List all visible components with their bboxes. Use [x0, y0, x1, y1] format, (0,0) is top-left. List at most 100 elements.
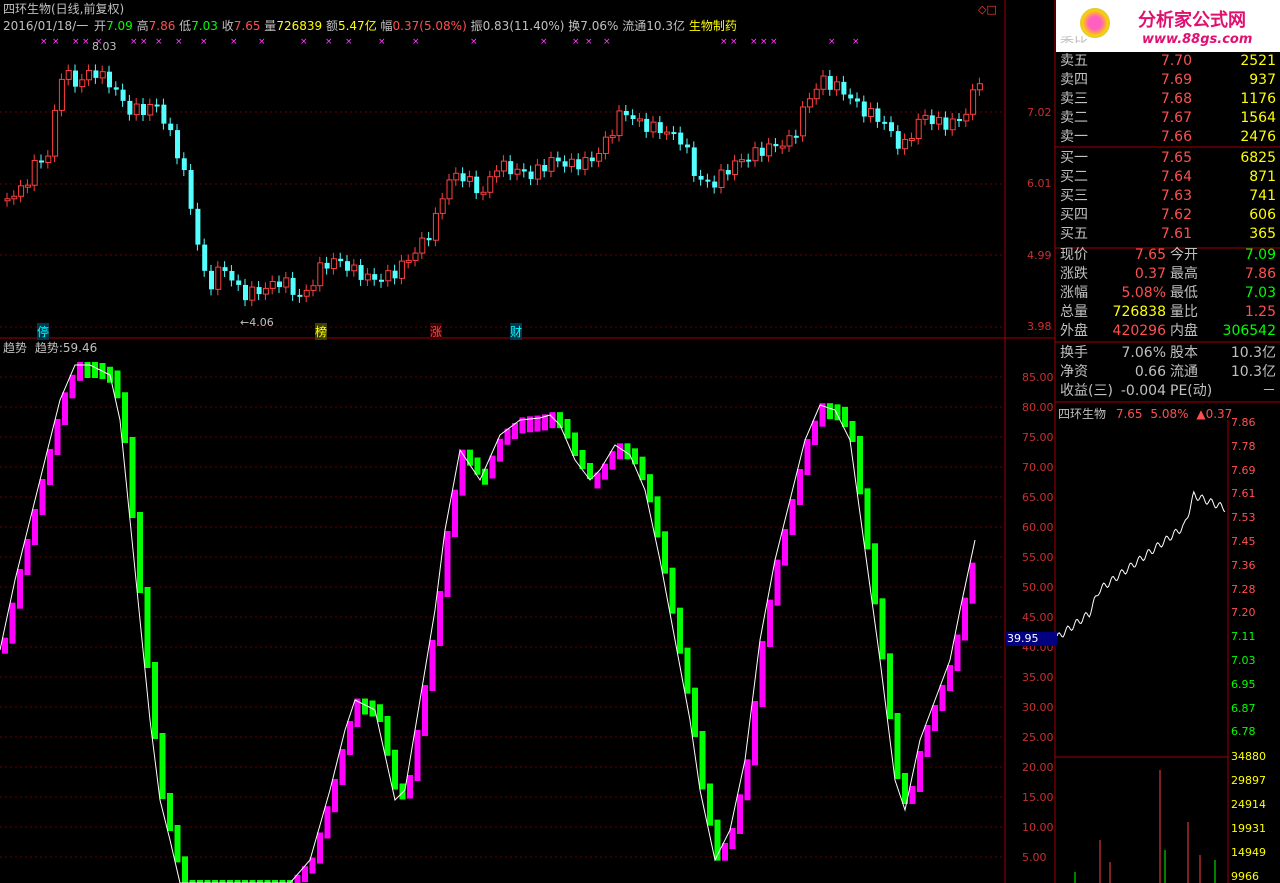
- candle-body-up: [215, 266, 222, 290]
- stat-value: 0.37: [1134, 266, 1166, 282]
- mini-price-axis-label: 7.78: [1231, 439, 1256, 453]
- bid-row: 买一 7.65 6825: [1058, 149, 1278, 168]
- ask-label: 卖一: [1060, 129, 1088, 145]
- candle-body-down: [372, 274, 378, 280]
- indicator-axis-label: 65.00: [1022, 491, 1054, 504]
- signal-x-mark: ×: [412, 37, 420, 47]
- signal-x-mark: ×: [378, 37, 386, 47]
- signal-x-mark: ×: [540, 37, 548, 47]
- indicator-bar-up: [54, 419, 61, 455]
- indicator-bar-down: [887, 653, 893, 719]
- ask-volume: 937: [1249, 72, 1276, 88]
- ask-label: 卖二: [1060, 110, 1088, 126]
- mini-price-axis-label: 7.11: [1231, 630, 1256, 644]
- price-axis-label: 7.02: [1027, 106, 1052, 119]
- candle-body-down: [929, 115, 935, 125]
- logo-text: 分析家公式网: [1138, 10, 1246, 31]
- candle-body-up: [902, 138, 909, 150]
- stat-label: 涨跌: [1060, 266, 1088, 282]
- mini-price: 7.65: [1115, 407, 1143, 421]
- candle-body-up: [602, 136, 609, 154]
- indicator-bar-down: [384, 716, 391, 756]
- candle-body-down: [623, 110, 629, 116]
- candle-body-up: [752, 147, 759, 162]
- signal-x-mark: ×: [200, 37, 208, 47]
- bid-price: 7.61: [1160, 226, 1192, 242]
- candle-body-up: [868, 107, 875, 118]
- window-controls-icon[interactable]: ◇□: [978, 3, 997, 16]
- signal-x-mark: ×: [770, 37, 778, 47]
- bid-row: 买三 7.63 741: [1058, 187, 1278, 206]
- logo-url: www.88gs.com: [1142, 32, 1253, 47]
- mini-price-axis-label: 6.78: [1231, 725, 1256, 739]
- chart-header-line2: 2016/01/18/一 开7.09 高7.86 低7.03 收7.65 量72…: [3, 19, 737, 33]
- high-price-marker: 8.03: [92, 40, 117, 53]
- candle-body-down: [712, 181, 718, 188]
- indicator-axis-label: 5.00: [1022, 851, 1047, 864]
- indicator-axis-label: 15.00: [1022, 791, 1054, 804]
- candle-body-down: [175, 130, 180, 159]
- indicator-bar-up: [339, 749, 346, 785]
- indicator-bar-up: [2, 637, 8, 654]
- indicator-bar-up: [617, 443, 623, 460]
- indicator-bar-up: [317, 832, 323, 864]
- site-logo[interactable]: 分析家公式网 www.88gs.com: [1056, 0, 1280, 52]
- candle-body-up: [419, 237, 426, 254]
- float-value: 10.3亿: [646, 19, 685, 33]
- signal-x-mark: ×: [140, 37, 148, 47]
- candle-body-down: [379, 279, 384, 282]
- bid-label: 买五: [1060, 226, 1088, 242]
- candle-body-down: [589, 157, 595, 162]
- limit-up-marker[interactable]: 涨: [430, 323, 443, 340]
- indicator-axis-label: 55.00: [1022, 551, 1054, 564]
- indicator-axis-label: 45.00: [1022, 611, 1054, 624]
- halt-marker[interactable]: 停: [37, 323, 50, 340]
- indicator-bar-up: [32, 509, 38, 545]
- candle-body-up: [439, 198, 446, 214]
- candle-body-up: [834, 81, 841, 91]
- indicator-bar-up: [9, 602, 16, 644]
- ask-price: 7.69: [1160, 72, 1192, 88]
- ask-row: 卖二 7.67 1564: [1058, 109, 1278, 128]
- candle-body-up: [820, 75, 827, 90]
- candle-body-up: [262, 287, 269, 295]
- candle-body-down: [229, 270, 235, 281]
- indicator-bar-up: [39, 479, 46, 515]
- candle-body-up: [738, 159, 745, 163]
- open-value: 7.09: [106, 19, 133, 33]
- indicator-bar-up: [429, 640, 436, 691]
- candle-body-down: [759, 147, 765, 156]
- indicator-axis-label: 35.00: [1022, 671, 1054, 684]
- indicator-bar-down: [827, 403, 833, 420]
- intraday-price-line: [1056, 490, 1226, 638]
- signal-x-mark: ×: [230, 37, 238, 47]
- candle-body-up: [133, 103, 140, 116]
- indicator-bar-up: [414, 730, 421, 781]
- candle-body-down: [202, 244, 208, 271]
- indicator-bar-up: [939, 685, 946, 711]
- chart-header-line1: 四环生物(日线,前复权): [3, 2, 128, 16]
- indicator-bar-up: [69, 374, 76, 399]
- low-price-marker: ←4.06: [240, 316, 274, 329]
- candle-body-down: [236, 280, 242, 285]
- candle-body-up: [616, 110, 623, 137]
- indicator-bar-down: [639, 456, 646, 481]
- candle-body-down: [460, 173, 466, 182]
- candle-body-down: [256, 287, 262, 295]
- candle-body-up: [385, 270, 392, 282]
- change-value: 0.37(5.08%): [392, 19, 467, 33]
- board-marker[interactable]: 榜: [315, 323, 328, 340]
- candle-body-down: [243, 284, 248, 301]
- finance-marker[interactable]: 财: [510, 323, 523, 340]
- candle-body-up: [650, 121, 657, 133]
- indicator-bar-up: [489, 455, 496, 479]
- low-value: 7.03: [191, 19, 218, 33]
- indicator-bar-up: [609, 451, 616, 470]
- mini-volume-axis-label: 24914: [1231, 798, 1266, 811]
- high-value: 7.86: [148, 19, 176, 33]
- candle-body-up: [806, 98, 813, 108]
- candle-body-up: [330, 258, 337, 270]
- indicator-bar-down: [467, 449, 473, 466]
- indicator-bar-down: [692, 687, 698, 737]
- candle-body-down: [576, 159, 582, 170]
